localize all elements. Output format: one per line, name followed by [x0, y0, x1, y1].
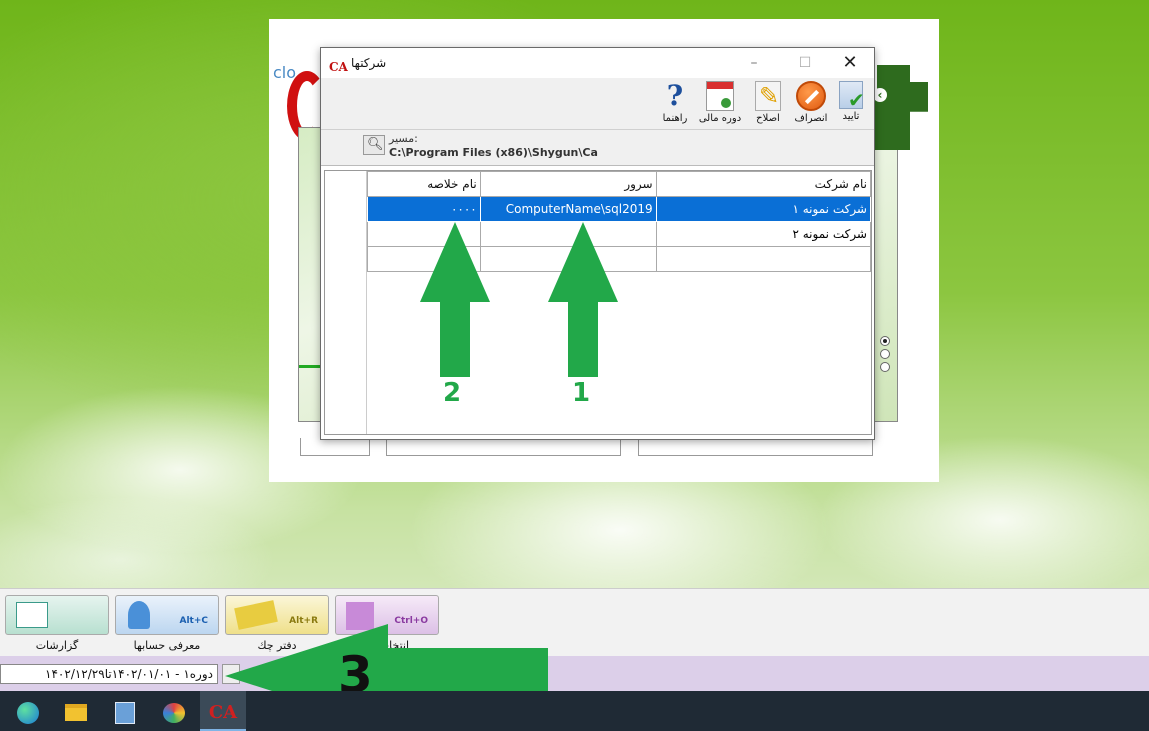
dialog-titlebar: – ☐ ✕	[321, 48, 874, 78]
dialog-title: شرکتها	[351, 56, 387, 70]
accounts-shortcut[interactable]: Alt+C	[115, 595, 219, 635]
cancel-label: انصراف	[794, 113, 828, 124]
column-header-short-name[interactable]: نام خلاصه	[367, 171, 481, 197]
search-icon: 🔍︎	[367, 137, 384, 152]
file-explorer-icon[interactable]	[53, 691, 99, 731]
edit-icon	[755, 81, 781, 111]
app-logo-icon: CA	[329, 56, 348, 75]
confirm-button[interactable]: تایید	[829, 81, 873, 127]
cell-company[interactable]: شرکت نمونه ۲	[655, 221, 872, 247]
edit-label: اصلاح	[756, 113, 780, 124]
background-box	[386, 438, 621, 456]
confirm-icon	[839, 81, 865, 112]
column-header-server[interactable]: سرور	[479, 171, 657, 197]
reports-label: گزارشات	[35, 639, 79, 652]
radio-option[interactable]	[880, 336, 890, 346]
cell-company[interactable]: شرکت نمونه ۱	[655, 196, 872, 222]
path-label: مسیر:	[389, 132, 418, 145]
cell-server[interactable]: ComputerName\sql2019	[479, 196, 657, 222]
status-bar: دوره۱ - ۱۴۰۲/۰۱/۰۱تا۱۴۰۲/۱۲/۲۹	[0, 656, 1149, 691]
radio-option[interactable]	[880, 362, 890, 372]
cancel-icon	[796, 81, 826, 111]
chevron-left-icon[interactable]: ‹	[873, 88, 887, 102]
maximize-button[interactable]: ☐	[782, 48, 828, 78]
grid-row-header	[325, 171, 367, 434]
app-logo-text: CA	[329, 60, 348, 74]
help-button[interactable]: ? راهنما	[653, 81, 697, 127]
app-launcher-icon[interactable]	[102, 691, 148, 731]
reports-icon	[16, 602, 48, 628]
column-header-company[interactable]: نام شرکت	[655, 171, 872, 197]
shortcut-bar: گزارشات Alt+C معرفی حسابها Alt+R دفتر چك…	[0, 588, 1149, 656]
windows-taskbar: CA	[0, 691, 1149, 731]
annotation-arrow-2	[420, 222, 490, 377]
cell-short-name[interactable]: ۰۰۰۰	[367, 196, 481, 222]
path-bar: 🔍︎ مسیر: C:\Program Files (x86)\Shygun\C…	[321, 130, 874, 166]
dialog-toolbar: تایید انصراف اصلاح دوره مالی ? راهنما	[321, 78, 874, 130]
close-button[interactable]: ✕	[827, 48, 873, 78]
fiscal-period-label: دوره مالی	[698, 113, 742, 124]
help-icon: ?	[666, 79, 684, 112]
reports-shortcut[interactable]	[5, 595, 109, 635]
calendar-icon	[706, 81, 734, 111]
accounts-label: معرفی حسابها	[133, 639, 201, 652]
edit-button[interactable]: اصلاح	[746, 81, 790, 127]
annotation-arrow-1	[548, 222, 618, 377]
paint-app-icon[interactable]	[151, 691, 197, 731]
help-label: راهنما	[662, 113, 688, 124]
radio-option[interactable]	[880, 349, 890, 359]
period-field[interactable]: دوره۱ - ۱۴۰۲/۰۱/۰۱تا۱۴۰۲/۱۲/۲۹	[0, 664, 218, 684]
path-value: C:\Program Files (x86)\Shygun\Ca	[389, 146, 598, 159]
radio-group[interactable]	[880, 336, 890, 375]
annotation-number-2: 2	[443, 378, 462, 408]
table-row[interactable]: ۰۰۰۰ ComputerName\sql2019 شرکت نمونه ۱	[367, 196, 872, 222]
background-box	[638, 438, 873, 456]
ca-app-logo: CA	[208, 702, 238, 723]
confirm-label: تایید	[842, 111, 860, 122]
annotation-number-1: 1	[572, 378, 591, 408]
accounts-hotkey: Alt+C	[179, 616, 209, 626]
cancel-button[interactable]: انصراف	[789, 81, 833, 127]
table-header-row: نام خلاصه سرور نام شرکت	[367, 171, 872, 197]
minimize-button[interactable]: –	[731, 48, 777, 78]
ca-app-taskbar-icon[interactable]: CA	[200, 691, 246, 731]
browse-path-button[interactable]: 🔍︎	[363, 135, 385, 155]
cell-empty[interactable]	[655, 246, 872, 272]
fiscal-period-button[interactable]: دوره مالی	[698, 81, 742, 127]
edge-browser-icon[interactable]	[5, 691, 51, 731]
accounts-icon	[128, 601, 150, 629]
background-box	[300, 438, 370, 456]
